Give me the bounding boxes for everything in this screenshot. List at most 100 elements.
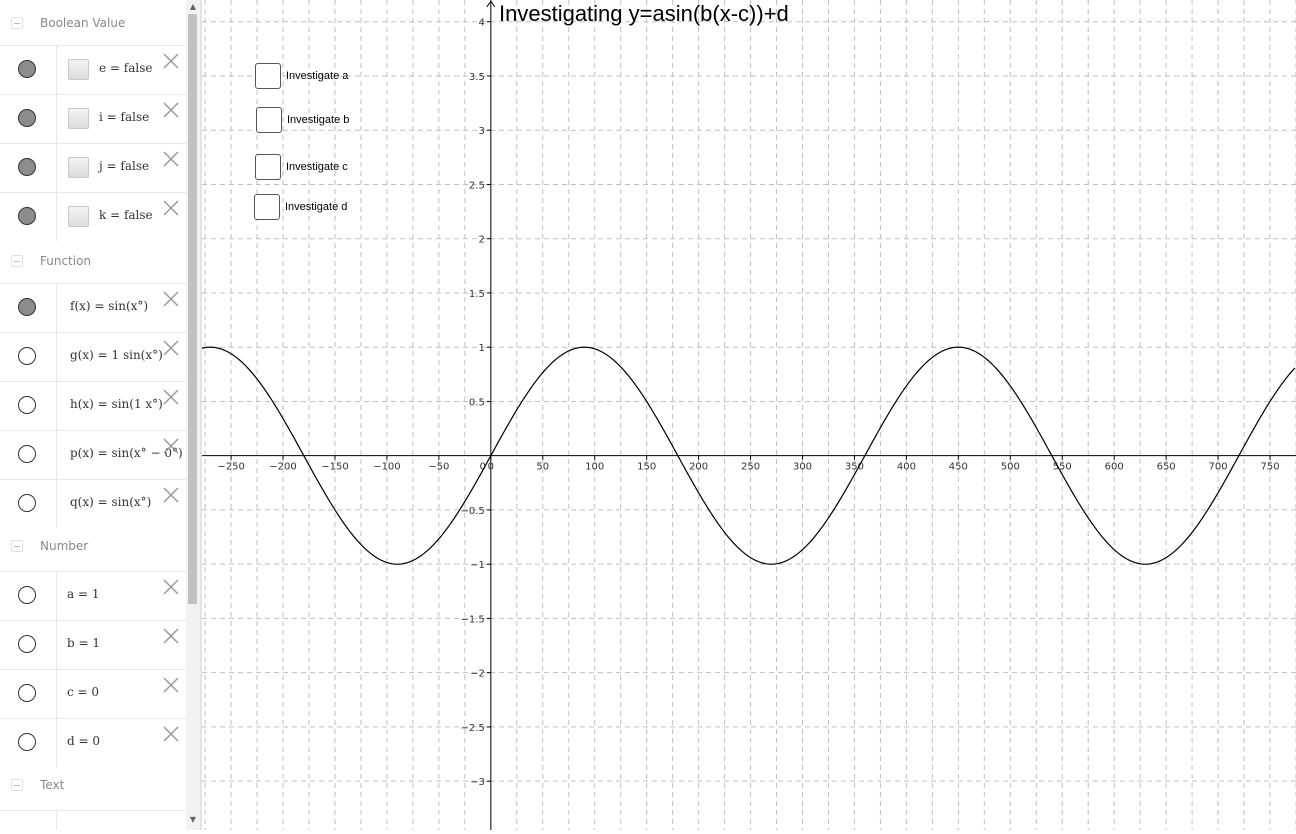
boolean-checkbox[interactable]: [68, 206, 89, 227]
x-tick-label: 400: [897, 462, 916, 473]
algebra-row: c = 0: [0, 669, 186, 718]
category-header[interactable]: Function: [0, 238, 186, 284]
delete-icon[interactable]: [162, 627, 180, 645]
x-tick-label: 750: [1260, 462, 1279, 473]
investigate-checkbox[interactable]: Investigate b: [256, 107, 416, 137]
collapse-icon[interactable]: [11, 779, 23, 791]
y-tick-label: −2: [470, 669, 485, 680]
delete-icon[interactable]: [162, 437, 180, 455]
checkbox-box[interactable]: [254, 194, 280, 220]
category-header[interactable]: Number: [0, 523, 186, 569]
x-tick-label: 100: [585, 462, 604, 473]
row-divider: [56, 431, 57, 479]
delete-icon[interactable]: [162, 290, 180, 308]
visibility-toggle[interactable]: [18, 684, 36, 702]
checkbox-label[interactable]: Investigate b: [287, 114, 349, 126]
visibility-toggle[interactable]: [18, 733, 36, 751]
checkbox-box[interactable]: [255, 154, 281, 180]
checkbox-label[interactable]: Investigate a: [286, 70, 348, 82]
delete-icon[interactable]: [162, 101, 180, 119]
x-tick-label: 650: [1157, 462, 1176, 473]
algebra-row-text[interactable]: j = false: [99, 159, 149, 173]
visibility-toggle[interactable]: [18, 635, 36, 653]
graph-title: Investigating y=asin(b(x-c))+d: [499, 1, 789, 26]
y-tick-label: 2.5: [469, 180, 485, 191]
scroll-down-arrow-icon[interactable]: ▼: [188, 815, 198, 825]
visibility-toggle[interactable]: [18, 586, 36, 604]
visibility-toggle[interactable]: [18, 347, 36, 365]
investigate-checkbox[interactable]: Investigate d: [254, 194, 414, 224]
algebra-row-text[interactable]: c = 0: [67, 685, 99, 699]
algebra-row: q(x) = sin(x°): [0, 479, 186, 528]
visibility-toggle[interactable]: [18, 207, 36, 225]
y-tick-label: −0.5: [461, 506, 485, 517]
x-tick-label: −100: [373, 462, 400, 473]
algebra-view: Boolean Value e = false i = false j = false…: [0, 0, 186, 830]
x-tick-label: 200: [689, 462, 708, 473]
investigate-checkbox[interactable]: Investigate a: [255, 63, 415, 93]
investigate-checkbox[interactable]: Investigate c: [255, 154, 415, 184]
delete-icon[interactable]: [162, 725, 180, 743]
scroll-up-arrow-icon[interactable]: ▲: [188, 2, 198, 12]
checkbox-box[interactable]: [255, 63, 281, 89]
algebra-row-text[interactable]: f(x) = sin(x°): [70, 299, 148, 313]
row-divider: [56, 719, 57, 767]
delete-icon[interactable]: [162, 150, 180, 168]
y-tick-label: 4: [478, 18, 484, 29]
visibility-toggle[interactable]: [18, 60, 36, 78]
collapse-icon[interactable]: [11, 17, 23, 29]
boolean-checkbox[interactable]: [68, 157, 89, 178]
boolean-checkbox[interactable]: [68, 59, 89, 80]
delete-icon[interactable]: [162, 52, 180, 70]
algebra-row-text[interactable]: d = 0: [67, 734, 100, 748]
algebra-row-text[interactable]: h(x) = sin(1 x°): [70, 397, 163, 411]
algebra-row-text[interactable]: g(x) = 1 sin(x°): [70, 348, 163, 362]
checkbox-label[interactable]: Investigate d: [285, 201, 347, 213]
algebra-row: [0, 810, 186, 830]
row-divider: [56, 144, 57, 192]
collapse-icon[interactable]: [11, 540, 23, 552]
category-header[interactable]: Boolean Value: [0, 0, 186, 46]
delete-icon[interactable]: [162, 339, 180, 357]
x-tick-label: 700: [1209, 462, 1228, 473]
visibility-toggle[interactable]: [18, 396, 36, 414]
category-label: Boolean Value: [40, 16, 126, 30]
row-divider: [56, 284, 57, 332]
delete-icon[interactable]: [162, 199, 180, 217]
visibility-toggle[interactable]: [18, 109, 36, 127]
x-tick-label: −50: [428, 462, 449, 473]
algebra-row: h(x) = sin(1 x°): [0, 381, 186, 430]
scrollbar-thumb[interactable]: [188, 14, 197, 604]
y-tick-label: 2: [478, 235, 484, 246]
visibility-toggle[interactable]: [18, 494, 36, 512]
algebra-row-text[interactable]: a = 1: [67, 587, 99, 601]
algebra-row-text[interactable]: q(x) = sin(x°): [70, 495, 151, 509]
y-tick-label: 1.5: [469, 289, 485, 300]
algebra-row: p(x) = sin(x° − 0°): [0, 430, 186, 479]
row-divider: [56, 193, 57, 241]
algebra-row: d = 0: [0, 718, 186, 767]
algebra-row-text[interactable]: b = 1: [67, 636, 100, 650]
delete-icon[interactable]: [162, 388, 180, 406]
row-divider: [56, 480, 57, 528]
category-label: Number: [40, 539, 89, 553]
row-divider: [56, 46, 57, 94]
collapse-icon[interactable]: [11, 255, 23, 267]
visibility-toggle[interactable]: [18, 158, 36, 176]
category-header[interactable]: Text: [0, 762, 186, 808]
boolean-checkbox[interactable]: [68, 108, 89, 129]
x-tick-label: 500: [1001, 462, 1020, 473]
algebra-row-text[interactable]: i = false: [99, 110, 149, 124]
algebra-row-text[interactable]: k = false: [99, 208, 153, 222]
delete-icon[interactable]: [162, 486, 180, 504]
delete-icon[interactable]: [162, 578, 180, 596]
delete-icon[interactable]: [162, 676, 180, 694]
visibility-toggle[interactable]: [18, 298, 36, 316]
visibility-toggle[interactable]: [18, 445, 36, 463]
algebra-scrollbar[interactable]: ▲ ▼: [186, 0, 200, 830]
algebra-row-text[interactable]: e = false: [99, 61, 152, 75]
algebra-row: k = false: [0, 192, 186, 241]
checkbox-label[interactable]: Investigate c: [286, 161, 348, 173]
checkbox-box[interactable]: [256, 107, 282, 133]
row-divider: [56, 572, 57, 620]
